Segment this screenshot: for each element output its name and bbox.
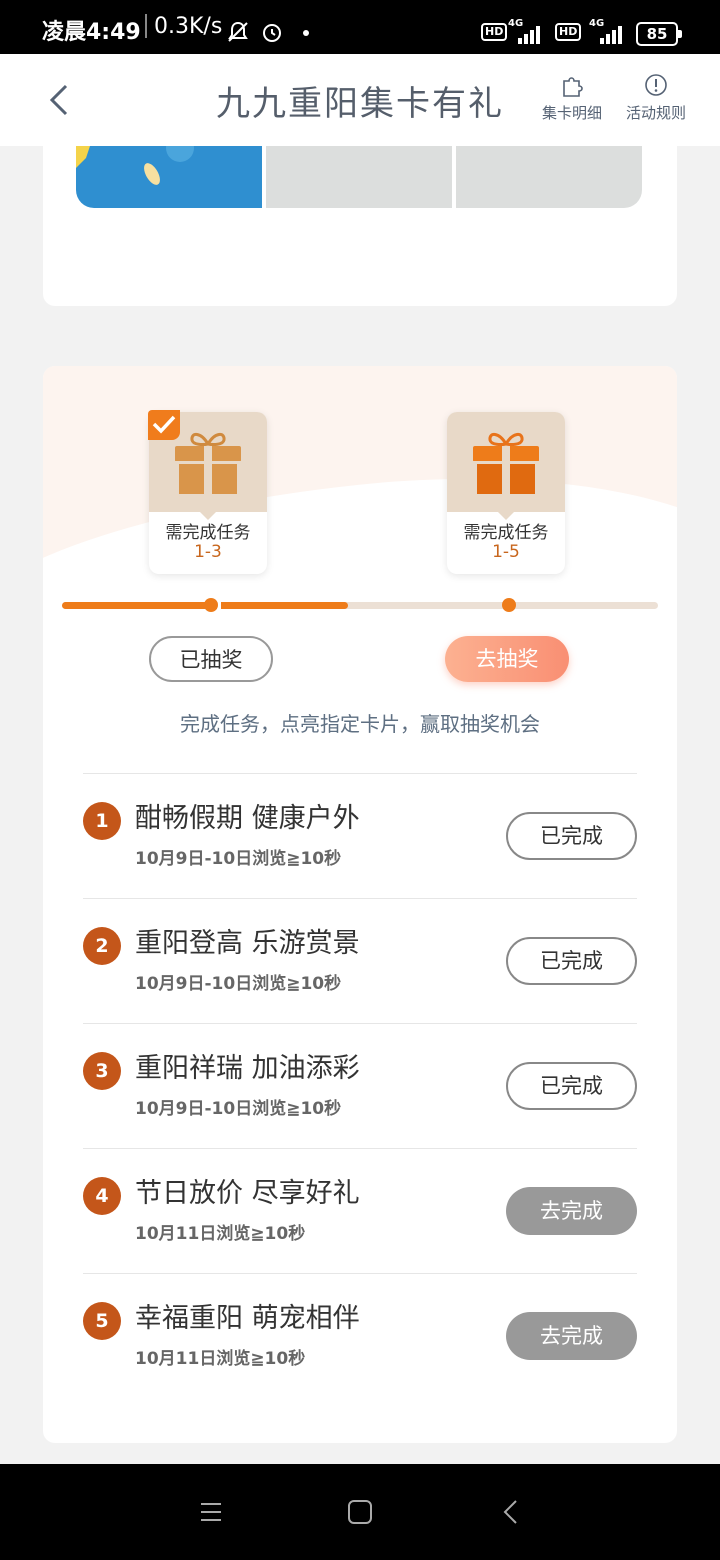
card-detail-button[interactable]: 集卡明细 xyxy=(532,72,612,123)
task-number-badge: 2 xyxy=(83,927,121,965)
collected-card-tile[interactable] xyxy=(76,146,262,208)
task-item: 5 幸福重阳 萌宠相伴 10月11日浏览≧10秒 去完成 xyxy=(83,1273,637,1398)
task-item: 1 酣畅假期 健康户外 10月9日-10日浏览≧10秒 已完成 xyxy=(83,773,637,898)
task-status-button[interactable]: 已完成 xyxy=(506,812,637,860)
reward-need-label: 需完成任务 xyxy=(165,523,251,543)
task-title: 重阳登高 乐游赏景 xyxy=(135,928,360,959)
hd-badge: HD xyxy=(481,23,508,41)
locked-card-tile-2[interactable] xyxy=(456,146,642,208)
page-title: 九九重阳集卡有礼 xyxy=(216,84,504,124)
task-status-button[interactable]: 已完成 xyxy=(506,1062,637,1110)
task-number-badge: 5 xyxy=(83,1302,121,1340)
task-item: 3 重阳祥瑞 加油添彩 10月9日-10日浏览≧10秒 已完成 xyxy=(83,1023,637,1148)
reward-box-2: 需完成任务 1-5 xyxy=(447,412,565,574)
progress-node-2 xyxy=(502,598,516,612)
home-icon[interactable] xyxy=(346,1498,374,1526)
menu-icon[interactable] xyxy=(197,1498,225,1526)
task-status-button[interactable]: 已完成 xyxy=(506,937,637,985)
puzzle-icon xyxy=(563,77,583,97)
drawn-button[interactable]: 已抽奖 xyxy=(149,636,273,682)
network-speed: 0.3K/s xyxy=(154,14,223,39)
task-hint-text: 完成任务，点亮指定卡片，赢取抽奖机会 xyxy=(180,712,540,736)
task-title: 节日放价 尽享好礼 xyxy=(135,1178,360,1209)
status-bar: 凌晨4:49 0.3K/s HD 4G HD 4G 85 xyxy=(0,0,720,54)
status-time: 凌晨4:49 xyxy=(42,20,141,45)
system-nav-bar xyxy=(0,1464,720,1560)
reward-range: 1-3 xyxy=(194,542,222,562)
task-subtitle: 10月9日-10日浏览≧10秒 xyxy=(135,1099,342,1119)
status-separator xyxy=(145,14,147,38)
card-collection-panel xyxy=(43,146,677,306)
hd-badge-2: HD xyxy=(555,23,582,41)
mute-bell-icon xyxy=(228,21,248,42)
signal-icon xyxy=(518,24,542,44)
checkmark-icon xyxy=(148,410,180,440)
back-icon[interactable] xyxy=(498,1498,526,1526)
gift-icon xyxy=(175,433,241,494)
task-go-button[interactable]: 去完成 xyxy=(506,1312,637,1360)
alarm-icon xyxy=(263,24,281,42)
info-circle-icon xyxy=(645,74,667,96)
task-subtitle: 10月9日-10日浏览≧10秒 xyxy=(135,849,342,869)
reward-need-label: 需完成任务 xyxy=(463,523,549,543)
go-draw-button[interactable]: 去抽奖 xyxy=(445,636,569,682)
card-detail-label: 集卡明细 xyxy=(541,104,602,122)
task-subtitle: 10月11日浏览≧10秒 xyxy=(135,1349,306,1369)
battery-icon: 85 xyxy=(636,22,682,46)
rules-button[interactable]: 活动规则 xyxy=(616,72,696,123)
task-number-badge: 1 xyxy=(83,802,121,840)
task-number-badge: 4 xyxy=(83,1177,121,1215)
reward-tasks-panel: 需完成任务 1-3 需完成任务 1-5 已抽奖 去抽奖 完成任务，点亮指定卡片，… xyxy=(43,366,677,1443)
task-item: 4 节日放价 尽享好礼 10月11日浏览≧10秒 去完成 xyxy=(83,1148,637,1273)
reward-progress-bar xyxy=(62,598,658,612)
task-list: 1 酣畅假期 健康户外 10月9日-10日浏览≧10秒 已完成 2 重阳登高 乐… xyxy=(83,773,637,1398)
task-title: 酣畅假期 健康户外 xyxy=(135,803,360,834)
app-header: 九九重阳集卡有礼 集卡明细 活动规则 xyxy=(0,54,720,146)
task-title: 幸福重阳 萌宠相伴 xyxy=(135,1303,360,1334)
signal-icon-2 xyxy=(600,24,624,44)
rules-label: 活动规则 xyxy=(625,104,686,122)
task-subtitle: 10月11日浏览≧10秒 xyxy=(135,1224,306,1244)
reward-range: 1-5 xyxy=(492,542,520,562)
notification-dot xyxy=(303,30,309,36)
task-title: 重阳祥瑞 加油添彩 xyxy=(135,1053,360,1084)
locked-card-tile[interactable] xyxy=(266,146,452,208)
task-subtitle: 10月9日-10日浏览≧10秒 xyxy=(135,974,342,994)
task-go-button[interactable]: 去完成 xyxy=(506,1187,637,1235)
card-artwork-image xyxy=(76,146,194,185)
task-item: 2 重阳登高 乐游赏景 10月9日-10日浏览≧10秒 已完成 xyxy=(83,898,637,1023)
task-number-badge: 3 xyxy=(83,1052,121,1090)
gift-icon xyxy=(473,433,539,494)
progress-node-1 xyxy=(204,598,218,612)
